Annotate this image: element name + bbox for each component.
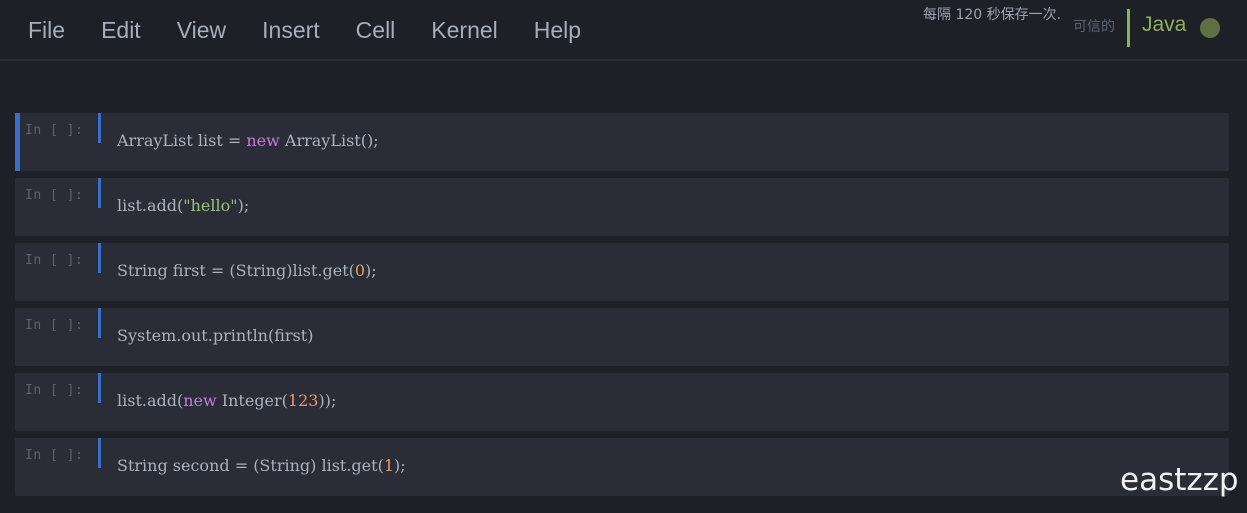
code-cell[interactable]: In [ ]: ArrayList list = new ArrayList(); — [15, 113, 1229, 171]
code-token: new — [183, 391, 217, 410]
code-token: ); — [237, 196, 250, 215]
code-editor[interactable]: list.add("hello"); — [117, 196, 249, 215]
code-editor[interactable]: String second = (String) list.get(1); — [117, 456, 406, 475]
menu-cell[interactable]: Cell — [338, 12, 414, 48]
main-menu: File Edit View Insert Cell Kernel Help — [10, 12, 599, 48]
input-prompt: In [ ]: — [25, 383, 84, 398]
menu-help[interactable]: Help — [516, 12, 599, 48]
watermark: eastzzp — [1120, 462, 1239, 498]
menu-file[interactable]: File — [10, 12, 83, 48]
menu-view[interactable]: View — [159, 12, 244, 48]
code-token: System.out.println(first) — [117, 326, 314, 345]
code-token: ); — [394, 456, 406, 475]
menu-edit[interactable]: Edit — [83, 12, 159, 48]
kernel-name[interactable]: Java — [1142, 13, 1186, 37]
code-cell[interactable]: In [ ]: System.out.println(first) — [15, 308, 1229, 366]
input-prompt: In [ ]: — [25, 448, 84, 463]
code-editor[interactable]: ArrayList list = new ArrayList(); — [117, 131, 379, 150]
menu-insert[interactable]: Insert — [244, 12, 338, 48]
notebook-window: File Edit View Insert Cell Kernel Help 每… — [0, 0, 1247, 513]
code-cell[interactable]: In [ ]: String first = (String)list.get(0… — [15, 243, 1229, 301]
code-token: ); — [365, 261, 377, 280]
code-token: "hello" — [183, 196, 238, 215]
cell-list: In [ ]: ArrayList list = new ArrayList();… — [15, 113, 1229, 503]
prompt-bar — [98, 178, 101, 208]
input-prompt: In [ ]: — [25, 188, 84, 203]
code-token: ArrayList list = — [117, 131, 247, 150]
code-token: list.add( — [117, 196, 184, 215]
code-editor[interactable]: System.out.println(first) — [117, 326, 313, 345]
trusted-indicator[interactable]: 可信的 — [1073, 16, 1115, 36]
code-token: new — [246, 131, 280, 150]
code-token: 123 — [287, 391, 319, 410]
prompt-bar — [98, 113, 101, 143]
menu-kernel[interactable]: Kernel — [413, 12, 515, 48]
code-token: )); — [318, 391, 337, 410]
code-editor[interactable]: String first = (String)list.get(0); — [117, 261, 377, 280]
code-token: String first = (String)list.get( — [117, 261, 355, 280]
code-cell[interactable]: In [ ]: String second = (String) list.get… — [15, 438, 1229, 496]
code-editor[interactable]: list.add(new Integer(123)); — [117, 391, 336, 410]
prompt-bar — [98, 373, 101, 403]
code-token: Integer( — [216, 391, 288, 410]
code-token: String second = (String) list.get( — [117, 456, 384, 475]
kernel-status-icon — [1200, 18, 1220, 38]
prompt-bar — [98, 243, 101, 273]
prompt-bar — [98, 438, 101, 468]
code-token: ArrayList(); — [279, 131, 379, 150]
autosave-status: 每隔 120 秒保存一次. — [923, 7, 1062, 23]
input-prompt: In [ ]: — [25, 123, 84, 138]
input-prompt: In [ ]: — [25, 253, 84, 268]
code-token: 1 — [383, 456, 394, 475]
code-token: 0 — [354, 261, 366, 280]
code-cell[interactable]: In [ ]: list.add("hello"); — [15, 178, 1229, 236]
menubar: File Edit View Insert Cell Kernel Help 每… — [0, 0, 1247, 61]
code-cell[interactable]: In [ ]: list.add(new Integer(123)); — [15, 373, 1229, 431]
prompt-bar — [98, 308, 101, 338]
kernel-divider — [1127, 9, 1130, 47]
code-token: list.add( — [117, 391, 184, 410]
input-prompt: In [ ]: — [25, 318, 84, 333]
